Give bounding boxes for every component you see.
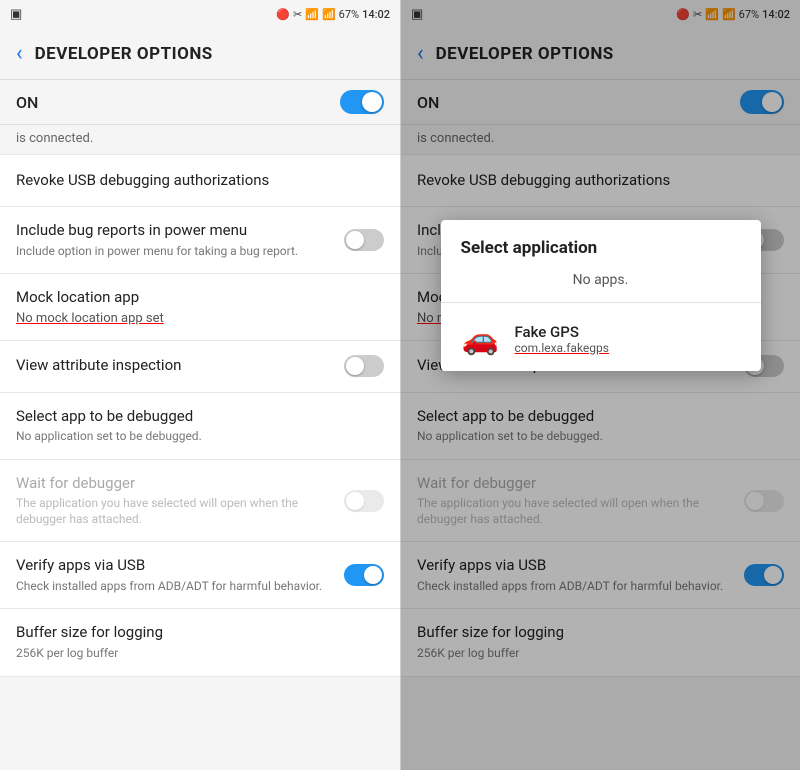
battery-text: 67% (339, 8, 359, 21)
on-toggle[interactable] (340, 90, 384, 114)
toggle-bug-reports[interactable] (344, 229, 384, 251)
setting-text: View attribute inspection (16, 356, 334, 376)
setting-subtitle: No application set to be debugged. (16, 429, 384, 445)
setting-item-view-attribute[interactable]: View attribute inspection (0, 341, 400, 393)
setting-subtitle: Include option in power menu for taking … (16, 244, 334, 260)
back-button[interactable]: ‹ (16, 41, 23, 66)
setting-text: Wait for debuggerThe application you hav… (16, 474, 334, 528)
setting-text: Verify apps via USB Check installed apps … (16, 556, 334, 594)
phone-panel-right: ▣ 🔴 ✂ 📶 📶 67% 14:02 ‹ DEVELOPER OPTIONS … (400, 0, 800, 770)
app-header: ‹ DEVELOPER OPTIONS (0, 28, 400, 80)
time-text: 14:02 (362, 8, 390, 21)
setting-text: Select app to be debugged No application … (16, 407, 384, 445)
connected-text: is connected. (0, 125, 400, 155)
dialog-overlay[interactable]: Select applicationNo apps. 🚗 Fake GPS co… (401, 0, 800, 770)
setting-item-revoke-usb[interactable]: Revoke USB debugging authorizations (0, 155, 400, 207)
setting-item-mock-location[interactable]: Mock location app No mock location app s… (0, 274, 400, 341)
settings-scroll-area: is connected. Revoke USB debugging author… (0, 125, 400, 770)
setting-title: Include bug reports in power menu (16, 221, 334, 241)
silent-icon: ✂ (293, 8, 302, 21)
on-toggle-row: ON (0, 80, 400, 125)
setting-title: Mock location app (16, 288, 384, 308)
toggle-view-attribute[interactable] (344, 355, 384, 377)
app-package: com.lexa.fakegps (515, 341, 609, 355)
app-name: Fake GPS (515, 323, 609, 341)
setting-title: Select app to be debugged (16, 407, 384, 427)
app-info-fake-gps: Fake GPS com.lexa.fakegps (515, 323, 609, 355)
page-title: DEVELOPER OPTIONS (35, 44, 213, 64)
on-label: ON (16, 93, 38, 112)
setting-title: View attribute inspection (16, 356, 334, 376)
toggle-verify-usb[interactable] (344, 564, 384, 586)
setting-item-select-app-debug[interactable]: Select app to be debugged No application … (0, 393, 400, 460)
setting-title: Buffer size for logging (16, 623, 384, 643)
setting-item-wait-debugger[interactable]: Wait for debuggerThe application you hav… (0, 460, 400, 543)
setting-item-bug-reports[interactable]: Include bug reports in power menu Include… (0, 207, 400, 274)
dialog-title: Select application (441, 220, 761, 266)
setting-text: Buffer size for logging 256K per log buff… (16, 623, 384, 661)
app-icon-fake-gps: 🚗 (461, 319, 501, 359)
signal-icon: 📶 (322, 8, 336, 21)
status-bar: ▣ 🔴 ✂ 📶 📶 67% 14:02 (0, 0, 400, 28)
setting-title: Revoke USB debugging authorizations (16, 171, 384, 191)
wifi-icon: 📶 (305, 8, 319, 21)
setting-subtitle: Check installed apps from ADB/ADT for ha… (16, 579, 334, 595)
dialog-app-item-fake-gps[interactable]: 🚗 Fake GPS com.lexa.fakegps (441, 307, 761, 371)
dialog-no-apps-text: No apps. (441, 266, 761, 298)
status-right-icons: 🔴 ✂ 📶 📶 67% 14:02 (276, 8, 390, 21)
select-application-dialog: Select applicationNo apps. 🚗 Fake GPS co… (441, 220, 761, 371)
setting-subtitle: No mock location app set (16, 311, 384, 326)
toggle-wait-debugger (344, 490, 384, 512)
setting-item-verify-usb[interactable]: Verify apps via USB Check installed apps … (0, 542, 400, 609)
setting-text: Include bug reports in power menu Include… (16, 221, 334, 259)
bluetooth-icon: 🔴 (276, 8, 290, 21)
dialog-divider (441, 302, 761, 303)
status-left-icon: ▣ (10, 7, 22, 22)
setting-item-buffer-size[interactable]: Buffer size for logging 256K per log buff… (0, 609, 400, 676)
setting-title: Verify apps via USB (16, 556, 334, 576)
setting-text: Revoke USB debugging authorizations (16, 171, 384, 191)
phone-panel-left: ▣ 🔴 ✂ 📶 📶 67% 14:02 ‹ DEVELOPER OPTIONS … (0, 0, 400, 770)
setting-title: Wait for debugger (16, 474, 334, 494)
setting-subtitle: The application you have selected will o… (16, 496, 334, 527)
setting-subtitle: 256K per log buffer (16, 646, 384, 662)
